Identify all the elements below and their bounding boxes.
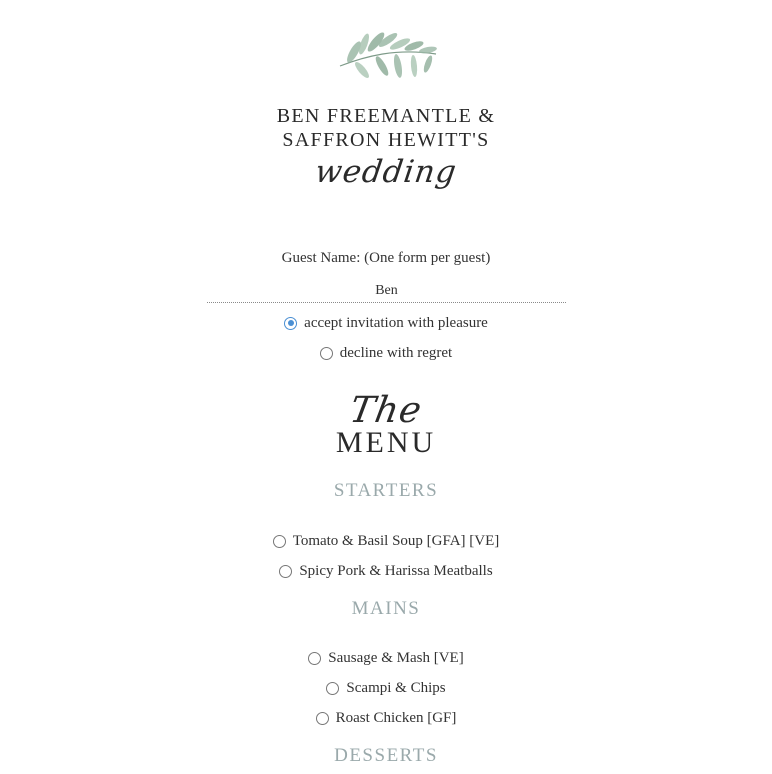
starter-2-radio[interactable]	[279, 564, 293, 578]
main-2-label[interactable]: Scampi & Chips	[346, 680, 445, 697]
accept-radio-label[interactable]: accept invitation with pleasure	[304, 315, 488, 332]
decline-radio-label[interactable]: decline with regret	[340, 345, 452, 362]
menu-item-main-3[interactable]: Roast Chicken [GF]	[0, 707, 772, 729]
guest-name-input[interactable]	[207, 280, 566, 303]
section-heading-mains: MAINS	[351, 598, 421, 619]
wedding-script-title: wedding	[312, 154, 460, 190]
couple-names-line2: SAFFRON HEWITT'S	[282, 129, 490, 151]
menu-script-title: The	[346, 390, 426, 431]
menu-item-starter-1[interactable]: Tomato & Basil Soup [GFA] [VE]	[0, 530, 772, 552]
eucalyptus-leaf-icon	[339, 32, 437, 78]
section-heading-starters: STARTERS	[333, 480, 439, 501]
menu-item-main-1[interactable]: Sausage & Mash [VE]	[0, 647, 772, 669]
menu-title: MENU	[335, 426, 437, 459]
main-2-radio[interactable]	[326, 681, 340, 695]
wedding-rsvp-page: BEN FREEMANTLE & SAFFRON HEWITT'S weddin…	[0, 0, 772, 774]
rsvp-option-decline[interactable]: decline with regret	[0, 342, 772, 364]
couple-names-line1: BEN FREEMANTLE &	[276, 105, 496, 127]
rsvp-option-accept[interactable]: accept invitation with pleasure	[0, 312, 772, 334]
starter-1-label[interactable]: Tomato & Basil Soup [GFA] [VE]	[293, 533, 500, 550]
main-3-label[interactable]: Roast Chicken [GF]	[336, 710, 457, 727]
starter-2-label[interactable]: Spicy Pork & Harissa Meatballs	[299, 563, 492, 580]
decline-radio[interactable]	[319, 346, 333, 360]
menu-item-starter-2[interactable]: Spicy Pork & Harissa Meatballs	[0, 560, 772, 582]
section-heading-desserts: DESSERTS	[334, 745, 438, 766]
accept-radio[interactable]	[284, 316, 298, 330]
main-3-radio[interactable]	[315, 711, 329, 725]
starter-1-radio[interactable]	[272, 534, 286, 548]
menu-item-main-2[interactable]: Scampi & Chips	[0, 677, 772, 699]
main-1-label[interactable]: Sausage & Mash [VE]	[328, 650, 463, 667]
main-1-radio[interactable]	[308, 651, 322, 665]
guest-name-label: Guest Name: (One form per guest)	[281, 250, 491, 266]
